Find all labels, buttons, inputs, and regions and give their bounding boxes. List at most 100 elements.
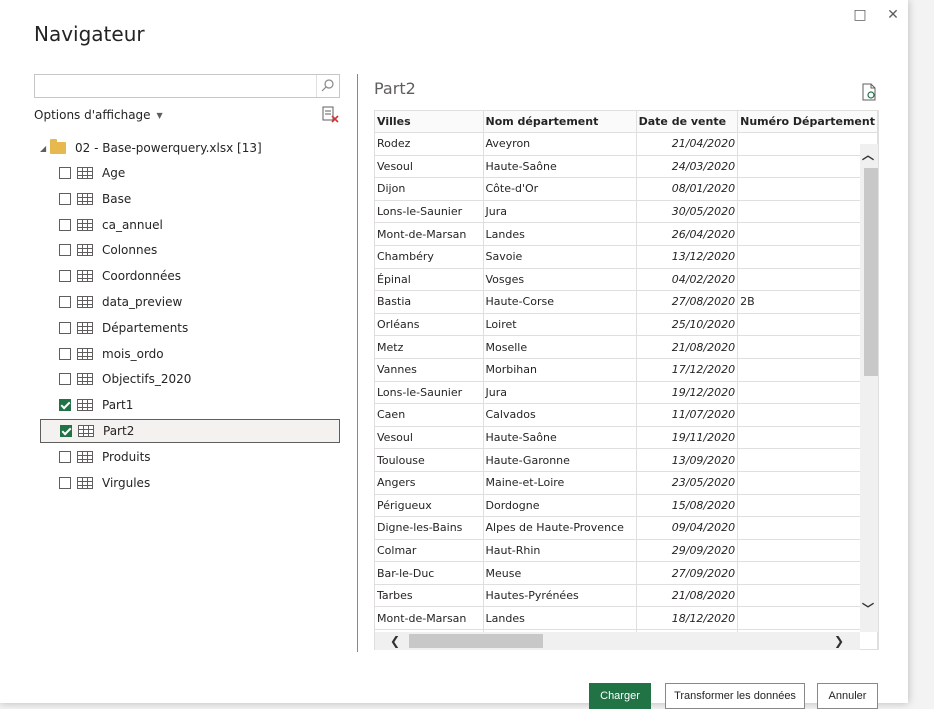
table-cell: Vesoul (375, 426, 484, 450)
tree-item[interactable]: Produits (40, 445, 340, 469)
horizontal-scrollbar[interactable] (375, 632, 860, 650)
tree-item[interactable]: Objectifs_2020 (40, 367, 340, 391)
item-checkbox[interactable] (59, 167, 71, 179)
table-cell: Haute-Saône (483, 426, 637, 450)
table-cell: Tarbes (375, 584, 484, 608)
item-checkbox[interactable] (59, 218, 71, 231)
item-checkbox[interactable] (59, 270, 71, 283)
table-cell: Bar-le-Duc (375, 561, 484, 585)
table-cell: Dijon (375, 177, 484, 201)
horizontal-scroll-thumb[interactable] (409, 634, 543, 648)
item-checkbox[interactable] (59, 321, 71, 334)
vertical-scrollbar[interactable] (860, 144, 878, 632)
table-cell: Savoie (483, 245, 637, 269)
table-cell: 2B (737, 290, 878, 314)
tree-item[interactable]: Part1 (40, 393, 340, 417)
cancel-button[interactable]: Annuler (817, 683, 878, 709)
table-cell: 24/03/2020 (636, 155, 739, 179)
tree-item-label: Produits (102, 449, 151, 464)
table-cell: Épinal (375, 268, 484, 292)
table-cell: Vosges (483, 268, 637, 292)
tree-item[interactable]: mois_ordo (40, 342, 340, 366)
tree-item[interactable]: Départements (40, 316, 340, 340)
table-cell: Calvados (483, 403, 637, 427)
table-row: Toulouse Haute-Garonne 13/09/2020 (375, 448, 878, 472)
table-cell: Bastia (375, 290, 484, 314)
refresh-preview-icon[interactable] (861, 83, 877, 101)
item-checkbox[interactable] (59, 373, 71, 386)
tree-item[interactable]: Colonnes (40, 238, 340, 262)
table-cell: 08/01/2020 (636, 177, 739, 201)
table-icon (77, 192, 93, 205)
tree-item[interactable]: Base (40, 187, 340, 211)
table-cell (737, 313, 878, 337)
item-checkbox[interactable] (59, 296, 71, 308)
table-row: Angers Maine-et-Loire 23/05/2020 (375, 471, 878, 495)
table-cell: Jura (483, 200, 637, 224)
table-cell: Digne-les-Bains (375, 516, 484, 540)
tree-item-label: Départements (102, 320, 189, 335)
table-cell: Vesoul (375, 155, 484, 179)
tree-item[interactable]: Virgules (40, 471, 340, 495)
column-header[interactable]: Villes (375, 111, 484, 133)
tree-item[interactable]: ca_annuel (40, 213, 340, 237)
table-row: Vannes Morbihan 17/12/2020 (375, 358, 878, 382)
vertical-scroll-thumb[interactable] (864, 168, 878, 376)
scroll-down-icon[interactable]: ﹀ (862, 600, 874, 617)
item-checkbox[interactable] (59, 450, 71, 463)
table-cell: 27/09/2020 (636, 561, 739, 585)
item-checkbox[interactable] (59, 192, 71, 205)
refresh-icon[interactable] (321, 106, 341, 124)
table-cell: Lons-le-Saunier (375, 200, 484, 224)
item-checkbox[interactable] (60, 425, 72, 437)
preview-grid[interactable]: Villes Nom département Date de vente Numéro… (374, 110, 879, 650)
column-header[interactable]: Nom département (483, 111, 637, 133)
table-row: Lons-le-Saunier Jura 19/12/2020 (375, 381, 878, 405)
close-icon[interactable]: ✕ (884, 6, 902, 24)
table-cell: Chambéry (375, 245, 484, 269)
item-checkbox[interactable] (59, 347, 71, 360)
column-header[interactable]: Numéro Département (737, 111, 878, 133)
table-cell: 26/04/2020 (636, 222, 739, 246)
display-options-dropdown[interactable]: Options d'affichage ▼ (34, 108, 163, 122)
item-checkbox[interactable] (59, 244, 71, 257)
table-cell: Aveyron (483, 132, 637, 156)
table-cell: Haute-Saône (483, 155, 637, 179)
table-row: Tarbes Hautes-Pyrénées 21/08/2020 (375, 584, 878, 608)
search-button[interactable] (316, 75, 339, 97)
collapse-icon[interactable]: ◢ (40, 144, 50, 153)
scroll-up-icon[interactable]: ︿ (862, 146, 874, 163)
column-header[interactable]: Date de vente (636, 111, 739, 133)
scroll-left-icon[interactable]: ❮ (390, 634, 400, 648)
scroll-right-icon[interactable]: ❯ (834, 634, 844, 648)
table-cell (737, 245, 878, 269)
table-cell (737, 494, 878, 518)
table-icon (77, 296, 93, 308)
tree-item[interactable]: Coordonnées (40, 264, 340, 288)
maximize-icon[interactable]: □ (851, 6, 869, 24)
table-icon (77, 244, 93, 257)
pane-divider[interactable] (357, 74, 358, 652)
item-checkbox[interactable] (59, 399, 71, 412)
table-cell: Maine-et-Loire (483, 471, 637, 495)
table-cell: Mont-de-Marsan (375, 222, 484, 246)
table-cell: Orléans (375, 313, 484, 337)
transform-data-button[interactable]: Transformer les données (665, 683, 805, 709)
tree-item-label: Part1 (102, 398, 134, 413)
table-cell: Vannes (375, 358, 484, 382)
table-cell: 21/08/2020 (636, 584, 739, 608)
table-cell: Haute-Corse (483, 290, 637, 314)
tree-item[interactable]: Age (40, 161, 340, 185)
tree-item[interactable]: Part2 (40, 419, 340, 443)
load-button[interactable]: Charger (589, 683, 651, 709)
table-row: Metz Moselle 21/08/2020 (375, 335, 878, 359)
search-input[interactable] (34, 74, 340, 98)
table-icon (78, 425, 94, 437)
tree-root[interactable]: ◢ 02 - Base-powerquery.xlsx [13] (40, 139, 262, 157)
table-row: Vesoul Haute-Saône 19/11/2020 (375, 426, 878, 450)
item-checkbox[interactable] (59, 476, 71, 489)
table-icon (77, 218, 93, 231)
tree-item[interactable]: data_preview (40, 290, 340, 314)
tree-item-label: Objectifs_2020 (102, 372, 192, 387)
table-cell (737, 539, 878, 563)
